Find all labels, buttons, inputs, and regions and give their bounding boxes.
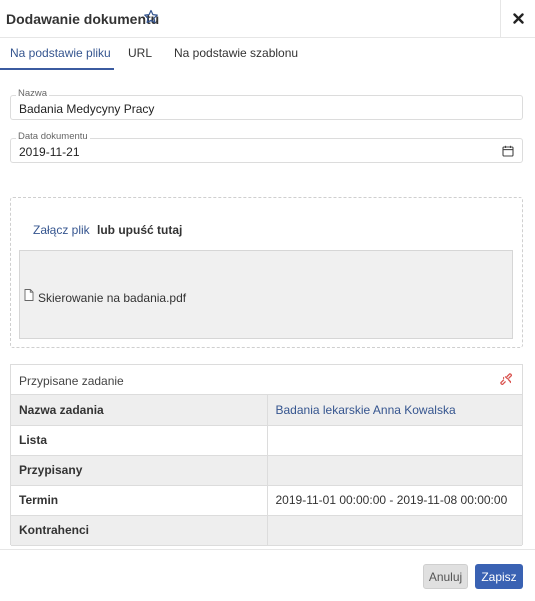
assigned-task-table: Nazwa zadania Badania lekarskie Anna Kow… [11, 395, 522, 546]
dialog-header: Dodawanie dokumentu [0, 0, 535, 38]
task-contractors-key: Kontrahenci [11, 515, 268, 546]
table-row: Lista [11, 425, 522, 456]
file-name[interactable]: Skierowanie na badania.pdf [38, 291, 186, 305]
close-icon [513, 13, 524, 24]
task-assignee-key: Przypisany [11, 455, 268, 486]
task-name-key: Nazwa zadania [11, 395, 268, 426]
star-outline-icon[interactable] [143, 9, 159, 25]
calendar-icon[interactable] [502, 145, 514, 160]
dialog-footer: Anuluj Zapisz [0, 549, 535, 601]
tab-from-file[interactable]: Na podstawie pliku [10, 46, 111, 60]
name-field[interactable]: Nazwa Badania Medycyny Pracy [10, 88, 523, 120]
task-contractors-value [267, 515, 522, 546]
dialog-title: Dodawanie dokumentu [6, 11, 160, 27]
file-icon [24, 289, 34, 304]
file-list: Skierowanie na badania.pdf [19, 250, 513, 339]
task-list-key: Lista [11, 425, 268, 456]
table-row: Przypisany [11, 455, 522, 486]
task-name-link[interactable]: Badania lekarskie Anna Kowalska [267, 395, 522, 426]
table-row: Kontrahenci [11, 515, 522, 546]
task-assignee-value [267, 455, 522, 486]
cancel-button[interactable]: Anuluj [423, 564, 468, 589]
tab-url[interactable]: URL [128, 46, 152, 60]
drop-here-text: lub upuść tutaj [97, 223, 183, 237]
assigned-task-header: Przypisane zadanie [11, 365, 522, 395]
active-tab-indicator [0, 68, 114, 70]
name-field-label: Nazwa [16, 88, 50, 100]
tab-bar: Na podstawie pliku URL Na podstawie szab… [0, 38, 535, 71]
unlink-icon[interactable] [500, 373, 514, 390]
file-dropzone[interactable]: Załącz plik lub upuść tutaj Skierowanie … [10, 197, 523, 348]
save-button[interactable]: Zapisz [475, 564, 523, 589]
assigned-task-panel: Przypisane zadanie Nazwa zadania Badania… [10, 364, 523, 546]
task-deadline-value: 2019-11-01 00:00:00 - 2019-11-08 00:00:0… [267, 485, 522, 516]
table-row: Nazwa zadania Badania lekarskie Anna Kow… [11, 395, 522, 426]
close-button[interactable] [500, 0, 535, 38]
name-field-value: Badania Medycyny Pracy [19, 102, 155, 116]
assigned-task-title: Przypisane zadanie [19, 374, 124, 388]
tab-from-template[interactable]: Na podstawie szablonu [174, 46, 298, 60]
date-field[interactable]: Data dokumentu 2019-11-21 [10, 131, 523, 163]
task-deadline-key: Termin [11, 485, 268, 516]
date-field-value: 2019-11-21 [19, 145, 80, 159]
attach-file-link[interactable]: Załącz plik [33, 223, 90, 237]
task-list-value [267, 425, 522, 456]
table-row: Termin 2019-11-01 00:00:00 - 2019-11-08 … [11, 485, 522, 516]
date-field-label: Data dokumentu [16, 131, 90, 143]
